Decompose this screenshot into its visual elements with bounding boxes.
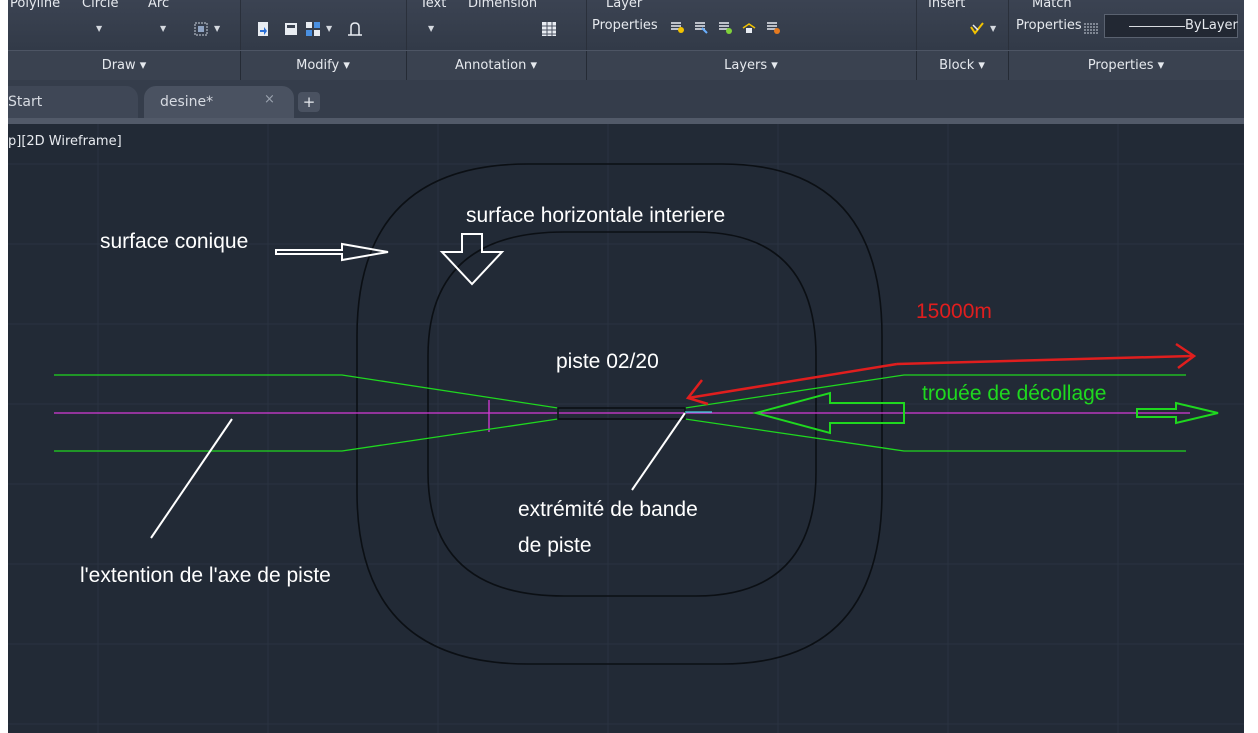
separator (916, 0, 917, 50)
attributes-dropdown-icon[interactable]: ▼ (990, 24, 996, 33)
file-tab-bar: Start desine* × + (8, 80, 1244, 120)
tab-start-label: Start (8, 94, 43, 110)
panel-layers[interactable]: Layers ▾ (586, 51, 916, 81)
region-icon[interactable] (192, 20, 210, 38)
save-block-icon[interactable] (282, 20, 300, 38)
match-properties-button[interactable]: Properties (1016, 18, 1082, 33)
grid-array-icon[interactable] (304, 20, 322, 38)
layer-properties-label-top[interactable]: Layer (606, 0, 642, 11)
ribbon-tools-row: Polyline Circle Arc ▼ ▼ ▼ ▼ Text Dimensi… (8, 0, 1244, 50)
label-trouee: trouée de décollage (922, 382, 1107, 405)
tab-close-icon[interactable]: × (264, 92, 275, 107)
label-axe-extension: l'extention de l'axe de piste (80, 564, 331, 587)
panel-block[interactable]: Block ▾ (916, 51, 1008, 81)
label-surface-conique: surface conique (100, 230, 249, 253)
label-surface-horizontale: surface horizontale interiere (466, 204, 726, 227)
layer-iso-icon[interactable] (764, 18, 782, 36)
linetype-value: ByLayer (1185, 18, 1238, 33)
arc-tool[interactable]: Arc (148, 0, 169, 11)
tab-desine-label: desine* (160, 94, 214, 110)
layer-properties-button[interactable]: Properties (592, 18, 658, 33)
axis-extension-leader (150, 418, 233, 539)
circle-dropdown-icon[interactable]: ▼ (96, 24, 102, 33)
match-properties-icon[interactable] (1082, 20, 1100, 38)
drawing-canvas[interactable]: p][2D Wireframe] surface conique surface… (8, 124, 1244, 733)
panel-draw[interactable]: Draw ▾ (8, 51, 240, 81)
table-icon[interactable] (540, 20, 558, 38)
text-tool[interactable]: Text (420, 0, 446, 11)
ribbon: Polyline Circle Arc ▼ ▼ ▼ ▼ Text Dimensi… (8, 0, 1244, 82)
linetype-preview (1129, 26, 1185, 27)
layer-off-icon[interactable] (692, 18, 710, 36)
separator (406, 0, 407, 50)
conical-surface-outline (356, 163, 883, 665)
dimension-tool[interactable]: Dimension (468, 0, 537, 11)
distance-arrowhead-left (685, 379, 709, 406)
offset-icon[interactable] (346, 20, 364, 38)
layer-lock-icon[interactable] (740, 18, 758, 36)
new-tab-button[interactable]: + (298, 92, 320, 112)
tab-start[interactable]: Start (8, 86, 138, 118)
array-dropdown-icon[interactable]: ▼ (326, 24, 332, 33)
arc-dropdown-icon[interactable]: ▼ (160, 24, 166, 33)
layer-freeze-icon[interactable] (716, 18, 734, 36)
autocad-window: Polyline Circle Arc ▼ ▼ ▼ ▼ Text Dimensi… (8, 0, 1244, 733)
label-piste: piste 02/20 (556, 350, 659, 373)
region-dropdown-icon[interactable]: ▼ (214, 24, 220, 33)
strip-end-leader (631, 412, 686, 491)
polyline-tool[interactable]: Polyline (10, 0, 60, 11)
distance-line (896, 354, 1193, 366)
panel-modify[interactable]: Modify ▾ (240, 51, 406, 81)
insert-tool[interactable]: Insert (928, 0, 965, 11)
match-properties-label-top[interactable]: Match (1032, 0, 1072, 11)
horizontal-surface-arrow (439, 233, 505, 286)
circle-tool[interactable]: Circle (82, 0, 119, 11)
label-distance: 15000m (916, 300, 992, 323)
panel-properties[interactable]: Properties ▾ (1008, 51, 1244, 81)
separator (240, 0, 241, 50)
separator (1008, 0, 1009, 50)
ribbon-panel-titles: Draw ▾ Modify ▾ Annotation ▾ Layers ▾ Bl… (8, 50, 1244, 82)
panel-annotation[interactable]: Annotation ▾ (406, 51, 586, 81)
text-dropdown-icon[interactable]: ▼ (428, 24, 434, 33)
viewport-label[interactable]: p][2D Wireframe] (8, 134, 122, 149)
layer-on-icon[interactable] (668, 18, 686, 36)
separator (586, 0, 587, 50)
label-extremite-line2: de piste (518, 534, 592, 557)
edit-attributes-icon[interactable] (968, 20, 986, 38)
label-extremite-line1: extrémité de bande (518, 498, 698, 521)
insert-block-icon[interactable] (254, 20, 272, 38)
linetype-dropdown[interactable]: ByLayer (1104, 14, 1238, 38)
